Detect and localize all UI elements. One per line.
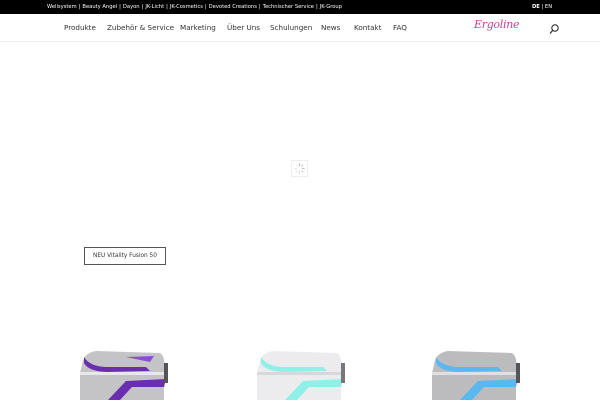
nav-schulungen[interactable]: Schulungen	[270, 14, 312, 41]
lang-en[interactable]: EN	[545, 4, 552, 10]
separator: |	[166, 4, 168, 10]
separator: |	[78, 4, 81, 10]
language-switcher: DE | EN	[532, 0, 552, 14]
nav-marketing[interactable]: Marketing	[180, 14, 216, 41]
brand-link-jk-cosmetics[interactable]: JK-Cosmetics	[170, 4, 203, 10]
separator: |	[541, 4, 544, 10]
nav-news[interactable]: News	[321, 14, 340, 41]
brand-link-beauty-angel[interactable]: Beauty Angel	[82, 4, 117, 10]
ergoline-logo[interactable]: Ergoline	[474, 18, 519, 31]
vitality-fusion-button[interactable]: NEU Vitality Fusion 50	[84, 247, 166, 265]
separator: |	[204, 4, 207, 10]
product-image-purple[interactable]	[78, 345, 168, 400]
brand-link-dayon[interactable]: Dayon	[123, 4, 140, 10]
product-image-turquoise[interactable]	[255, 345, 345, 400]
product-image-blue[interactable]	[430, 345, 520, 400]
brand-link-devoted-creations[interactable]: Devoted Creations	[209, 4, 257, 10]
separator: |	[316, 4, 318, 10]
separator: |	[141, 4, 144, 10]
main-nav: Produkte Zubehör & Service Marketing Übe…	[0, 14, 600, 42]
separator: |	[119, 4, 121, 10]
nav-ueber-uns[interactable]: Über Uns	[227, 14, 260, 41]
nav-produkte[interactable]: Produkte	[64, 14, 96, 41]
separator: |	[258, 4, 261, 10]
nav-zubehoer-service[interactable]: Zubehör & Service	[107, 14, 174, 41]
nav-kontakt[interactable]: Kontakt	[354, 14, 382, 41]
loading-spinner-icon	[291, 160, 308, 177]
top-bar: Wellsystem | Beauty Angel | Dayon | JK-Licht | J…	[0, 0, 600, 14]
brand-links: Wellsystem | Beauty Angel | Dayon | JK-Licht | J…	[47, 0, 342, 14]
lang-de[interactable]: DE	[532, 4, 540, 10]
search-icon[interactable]	[549, 23, 559, 35]
brand-link-wellsystem[interactable]: Wellsystem	[47, 4, 77, 10]
brand-link-technischer-service[interactable]: Technischer Service	[263, 4, 314, 10]
brand-link-jk-group[interactable]: JK-Group	[320, 4, 342, 10]
brand-link-jk-licht[interactable]: JK-Licht	[145, 4, 164, 10]
nav-faq[interactable]: FAQ	[393, 14, 407, 41]
